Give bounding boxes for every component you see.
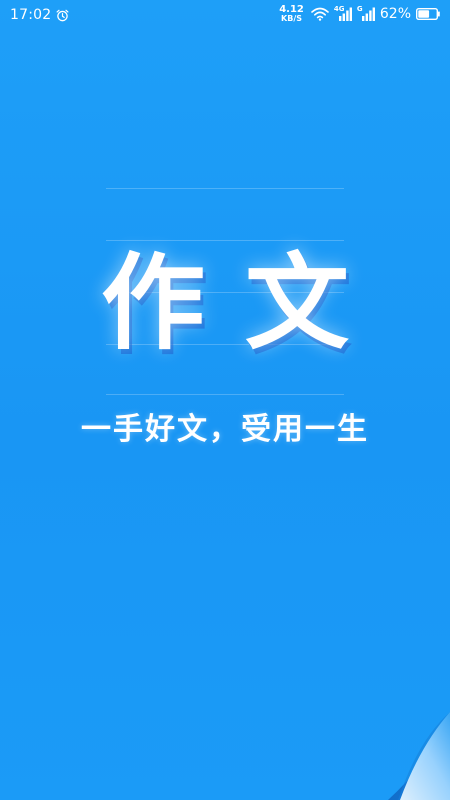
status-time: 17:02 <box>10 7 52 23</box>
cellular-signal-1: 4G <box>334 5 352 21</box>
alarm-clock-icon <box>56 9 69 21</box>
cellular-signal-2: G <box>357 5 375 21</box>
network-speed: 4.12 KB/S <box>279 4 304 24</box>
battery-percent: 62% <box>379 6 411 22</box>
wifi-icon <box>311 7 329 21</box>
battery-icon <box>416 8 440 20</box>
status-left: 17:02 <box>10 7 69 23</box>
network-speed-value: 4.12 <box>279 4 304 15</box>
status-bar: 17:02 4.12 KB/S 4G G 62% <box>0 0 450 34</box>
decorative-line <box>106 394 344 395</box>
decorative-line <box>106 188 344 189</box>
signal-bars-icon <box>338 7 352 21</box>
app-slogan: 一手好文，受用一生 <box>81 412 369 447</box>
decorative-line <box>106 240 344 241</box>
network-speed-unit: KB/S <box>281 14 303 23</box>
status-right: 4.12 KB/S 4G G 62% <box>279 5 440 23</box>
app-title: 作文 <box>100 242 389 364</box>
page-curl-icon <box>388 712 450 800</box>
splash-screen: 17:02 4.12 KB/S 4G G 62% 作文 一手好文，受用一生 <box>0 0 450 800</box>
signal-bars-icon <box>361 7 375 21</box>
